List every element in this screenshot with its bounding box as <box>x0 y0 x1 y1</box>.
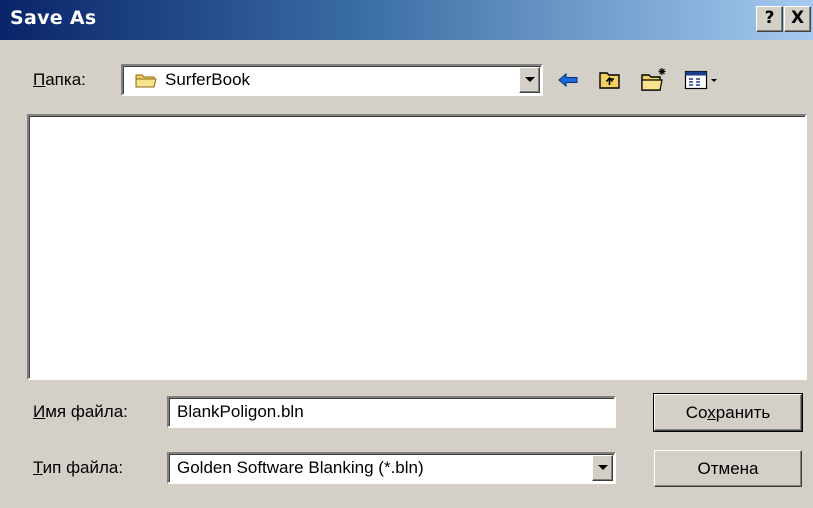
view-menu-icon[interactable] <box>684 68 722 92</box>
file-list[interactable] <box>27 114 807 380</box>
up-folder-icon[interactable] <box>598 68 622 92</box>
file-type-label-rest: ип файла: <box>42 458 124 477</box>
look-in-value: SurferBook <box>165 70 251 89</box>
new-folder-icon[interactable] <box>640 66 668 91</box>
file-type-value: Golden Software Blanking (*.bln) <box>177 458 424 477</box>
look-in-label-accel: П <box>33 70 46 89</box>
window-title: Save As <box>10 7 97 29</box>
file-type-label: Тип файла: <box>33 458 123 478</box>
file-name-label-accel: И <box>33 402 46 421</box>
folder-icon <box>135 72 157 88</box>
save-as-dialog: Save As ? X Папка: SurferBook Имя файла:… <box>0 0 813 508</box>
save-button[interactable]: Сохранить <box>653 393 803 432</box>
file-type-label-accel: Т <box>33 458 43 477</box>
file-name-input[interactable]: BlankPoligon.bln <box>167 396 616 428</box>
save-button-label-post: ранить <box>715 403 771 422</box>
file-type-dropdown-button[interactable] <box>592 455 613 481</box>
close-button[interactable]: X <box>784 6 811 32</box>
save-button-label-accel: х <box>707 403 716 422</box>
help-button[interactable]: ? <box>756 6 783 32</box>
back-arrow-icon[interactable] <box>556 68 580 92</box>
file-name-value: BlankPoligon.bln <box>177 402 304 421</box>
look-in-dropdown[interactable]: SurferBook <box>121 64 543 96</box>
cancel-button[interactable]: Отмена <box>654 450 802 487</box>
file-name-label-rest: мя файла: <box>45 402 128 421</box>
look-in-label-rest: апка: <box>45 70 86 89</box>
file-name-label: Имя файла: <box>33 402 128 422</box>
save-button-label-pre: Со <box>685 403 708 422</box>
file-type-dropdown[interactable]: Golden Software Blanking (*.bln) <box>167 452 616 484</box>
look-in-dropdown-button[interactable] <box>519 67 540 93</box>
look-in-label: Папка: <box>33 70 86 90</box>
title-bar[interactable]: Save As ? X <box>0 0 813 40</box>
